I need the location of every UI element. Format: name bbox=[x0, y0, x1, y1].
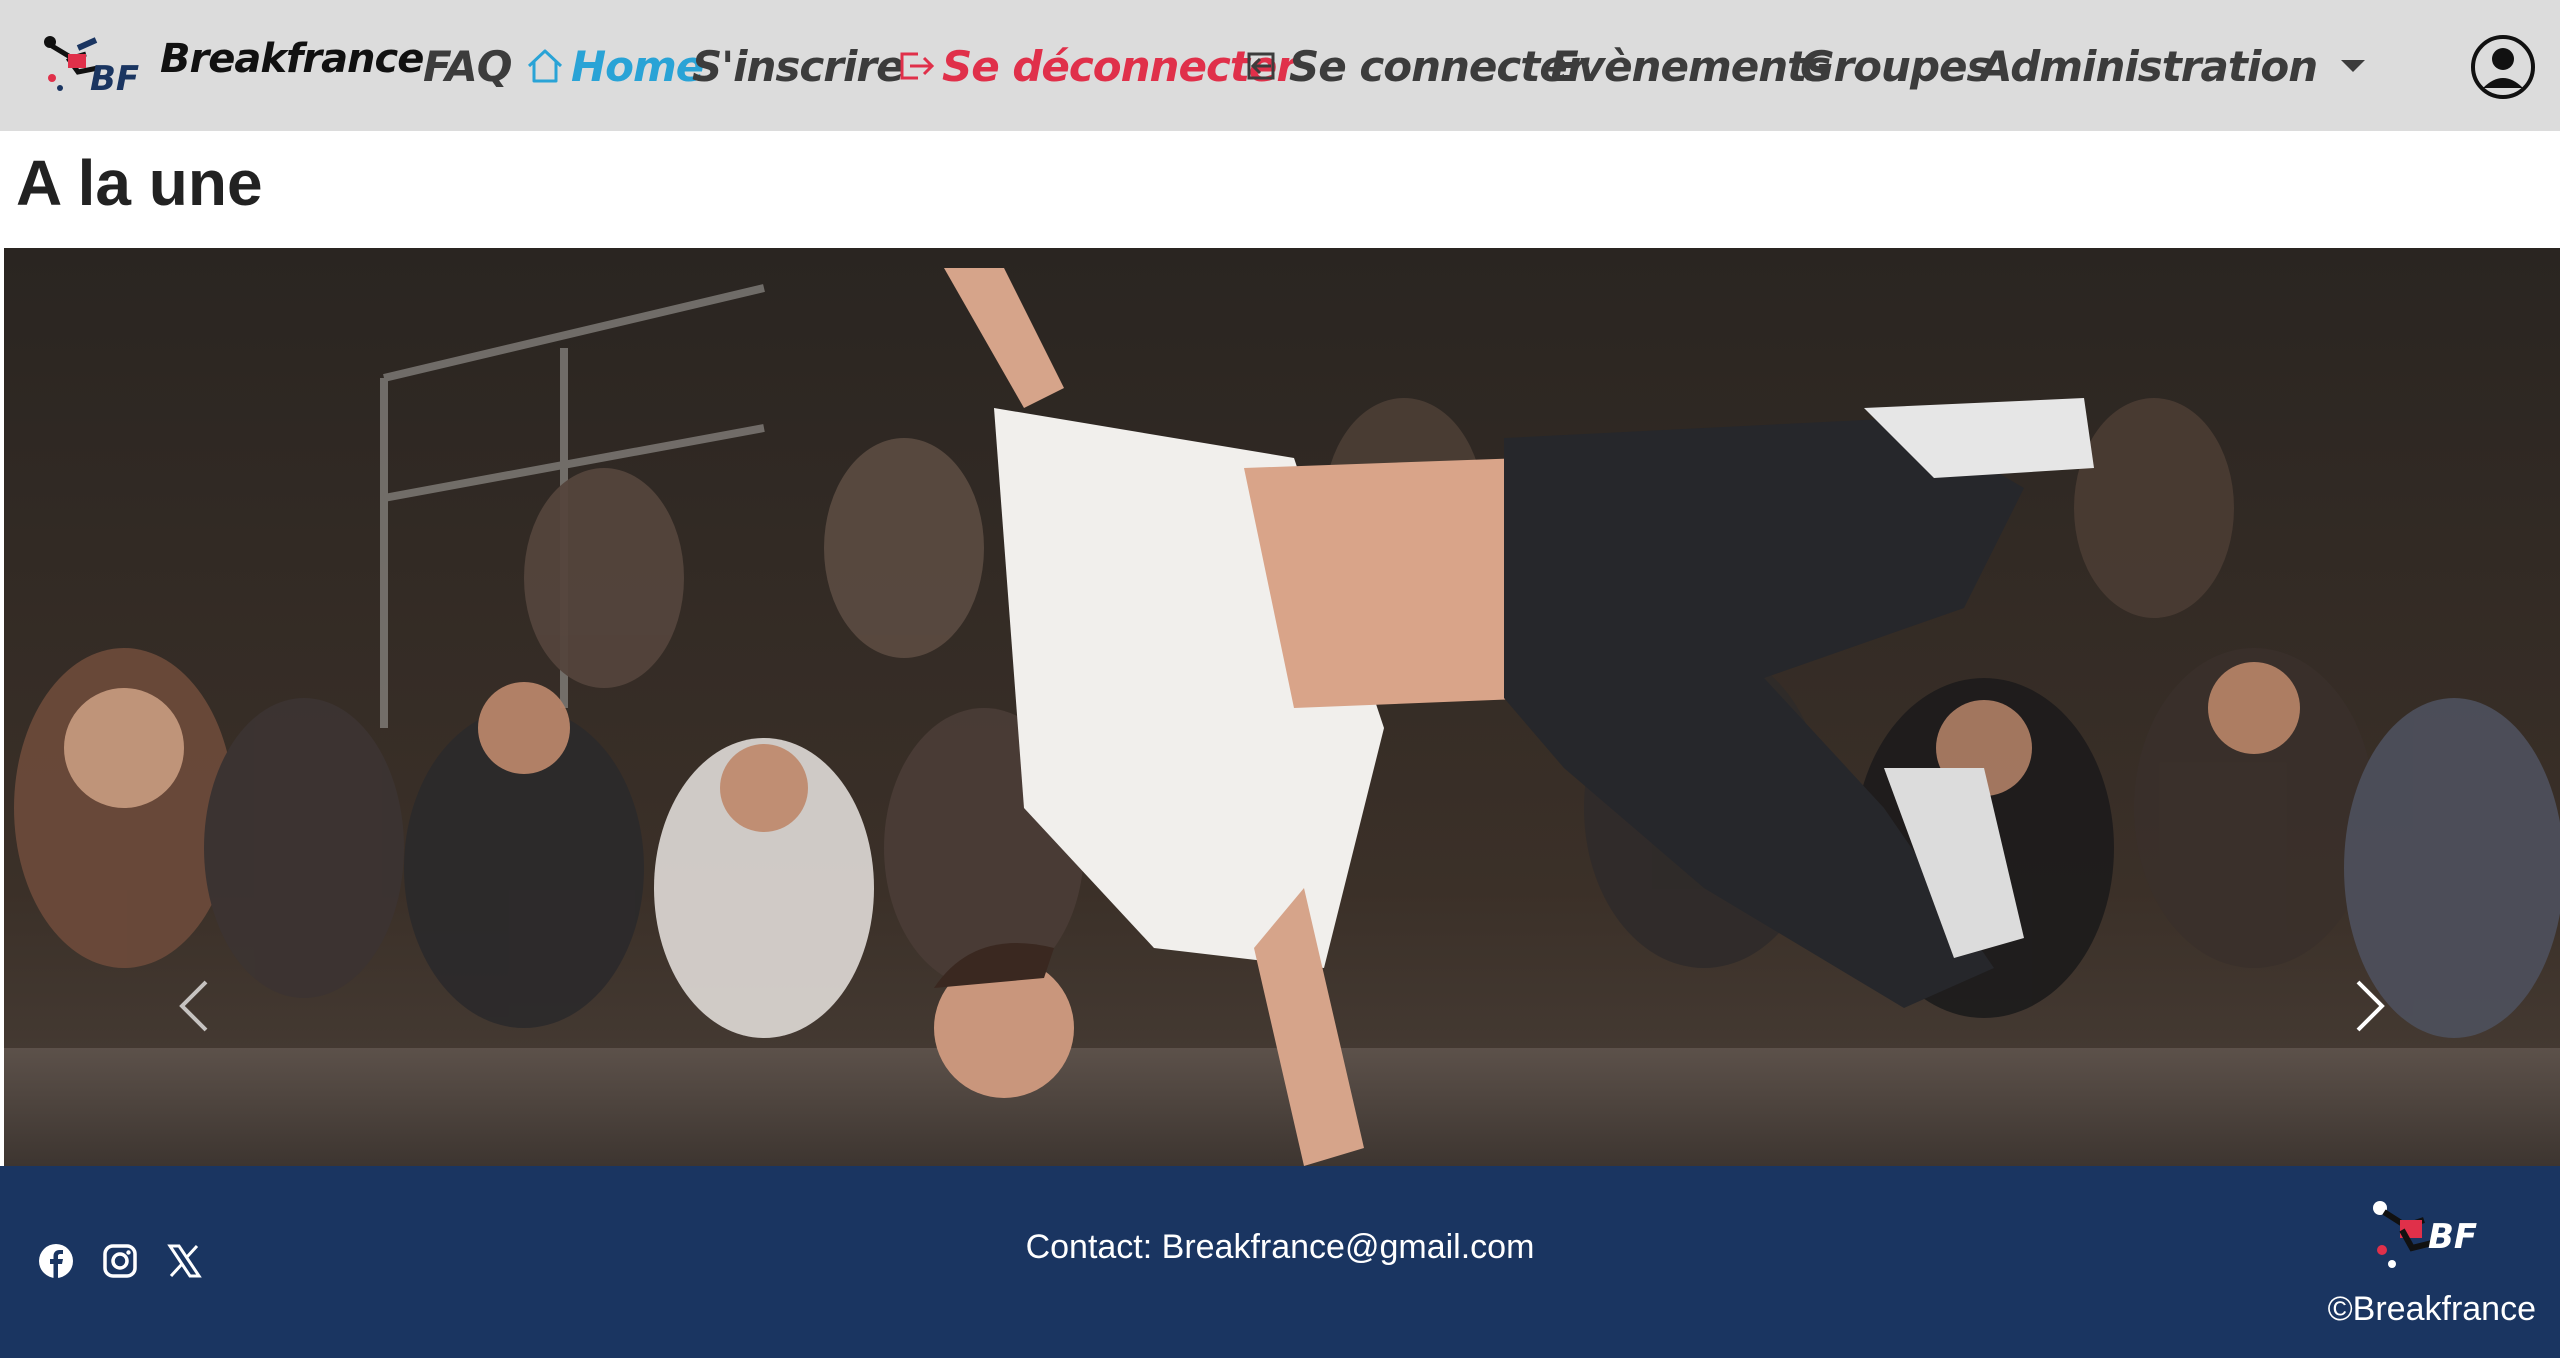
nav-logout[interactable]: Se déconnecter bbox=[896, 36, 1297, 96]
nav-events-label: Evènements bbox=[1550, 41, 1831, 91]
nav-admin-label: Administration bbox=[1980, 41, 2318, 91]
nav-faq-label: FAQ bbox=[423, 41, 512, 91]
featured-carousel bbox=[4, 248, 2560, 1166]
profile-button[interactable] bbox=[2470, 34, 2536, 100]
person-circle-icon bbox=[2471, 35, 2535, 99]
nav-login-label: Se connecter bbox=[1289, 41, 1588, 91]
nav-faq[interactable]: FAQ bbox=[423, 36, 512, 96]
svg-text:BF: BF bbox=[2428, 1217, 2477, 1257]
nav-home-label: Home bbox=[571, 41, 704, 91]
svg-text:BF: BF bbox=[90, 59, 139, 99]
box-arrow-in-left-icon bbox=[1247, 52, 1275, 80]
breakdancer-logo-icon: BF bbox=[44, 36, 139, 99]
chevron-right-icon bbox=[2356, 980, 2385, 1032]
nav-home[interactable]: Home bbox=[525, 36, 704, 96]
house-icon bbox=[527, 49, 563, 83]
nav-admin-dropdown[interactable]: Administration bbox=[1980, 36, 2366, 96]
box-arrow-right-icon bbox=[900, 52, 935, 80]
carousel-image bbox=[4, 248, 2560, 1166]
nav-register-label: S'inscrire bbox=[692, 41, 905, 91]
footer-contact: Contact: Breakfrance@gmail.com bbox=[1025, 1228, 1535, 1266]
navbar: BF Breakfrance FAQ Home S'inscrire Se dé… bbox=[0, 0, 2560, 131]
carousel-prev-button[interactable] bbox=[154, 966, 234, 1046]
footer-copyright: ©Breakfrance bbox=[2327, 1290, 2536, 1328]
nav-groups-label: Groupes bbox=[1800, 41, 1991, 91]
nav-login[interactable]: Se connecter bbox=[1243, 36, 1588, 96]
chevron-left-icon bbox=[179, 980, 208, 1032]
caret-down-icon bbox=[2341, 60, 2366, 72]
carousel-next-button[interactable] bbox=[2330, 966, 2410, 1046]
brand-name: Breakfrance bbox=[160, 36, 424, 82]
nav-register[interactable]: S'inscrire bbox=[692, 36, 905, 96]
page-title: A la une bbox=[16, 147, 263, 219]
nav-groups[interactable]: Groupes bbox=[1800, 36, 1991, 96]
brand-logo-link[interactable]: BF Breakfrance bbox=[38, 28, 424, 104]
nav-events[interactable]: Evènements bbox=[1550, 36, 1831, 96]
breakdancer-logo-icon: BF bbox=[2373, 1201, 2477, 1268]
